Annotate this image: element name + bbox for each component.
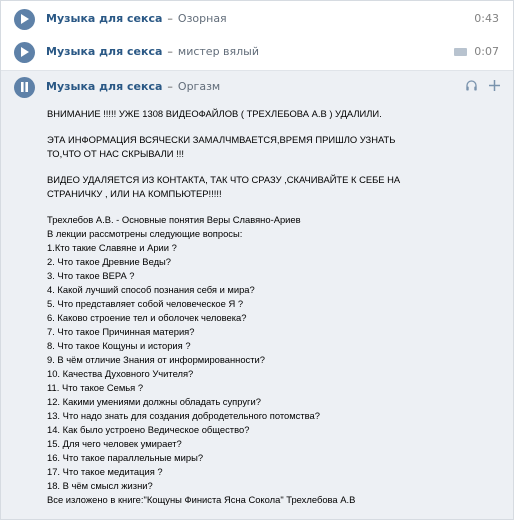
pause-icon (21, 82, 28, 92)
track-name[interactable]: мистер вялый (178, 45, 259, 58)
track-artist[interactable]: Музыка для секса (46, 45, 162, 58)
lyrics-line: СТРАНИЧКУ , ИЛИ НА КОМПЬЮТЕР!!!!! (47, 188, 222, 199)
lyrics-line: ЭТА ИНФОРМАЦИЯ ВСЯЧЕСКИ ЗАМАЛЧМВАЕТСЯ,ВР… (47, 134, 396, 145)
play-button[interactable] (14, 8, 35, 30)
audio-list: Музыка для секса – Озорная 0:43 Музыка для… (0, 0, 514, 520)
lyrics-line: 2. Что такое Древние Веды? (47, 256, 171, 267)
lyrics-line: 3. Что такое ВЕРА ? (47, 270, 135, 281)
audio-row[interactable]: Музыка для секса – мистер вялый 0:07 (1, 36, 513, 68)
track-artist[interactable]: Музыка для секса (46, 12, 162, 25)
lyrics-line: 11. Что такое Семья ? (47, 382, 144, 393)
lyrics-line: 12. Какими умениями должны обладать супр… (47, 396, 261, 407)
lyrics-line: Все изложено в книге:"Кощуны Финиста Ясн… (47, 494, 356, 505)
track-name[interactable]: Оргазм (178, 80, 220, 93)
lyrics-line: 5. Что представляет собой человеческое Я… (47, 298, 244, 309)
lyrics-line: 7. Что такое Причинная материя? (47, 326, 195, 337)
track-duration: 0:07 (474, 45, 499, 58)
track-title[interactable]: Музыка для секса – мистер вялый (46, 45, 259, 58)
track-title[interactable]: Музыка для секса – Озорная (46, 12, 227, 25)
play-button[interactable] (14, 41, 35, 63)
audio-row[interactable]: Музыка для секса – Озорная 0:43 (1, 3, 513, 35)
lyrics-line: 4. Какой лучший способ познания себя и м… (47, 284, 255, 295)
lyrics-line: ТО,ЧТО ОТ НАС СКРЫВАЛИ !!! (47, 148, 184, 159)
lyrics-line: 8. Что такое Кощуны и история ? (47, 340, 191, 351)
lyrics-line: 17. Что такое медитация ? (47, 466, 163, 477)
lyrics-line: В лекции рассмотрены следующие вопросы: (47, 228, 243, 239)
lyrics-line: ВНИМАНИЕ !!!!! УЖЕ 1308 ВИДЕОФАЙЛОВ ( ТР… (47, 108, 382, 119)
lyrics-line: 6. Каково строение тел и оболочек челове… (47, 312, 247, 323)
plus-icon[interactable] (488, 79, 501, 95)
lyrics-line: 10. Качества Духовного Учителя? (47, 368, 194, 379)
lyrics-line: Трехлебов А.В. - Основные понятия Веры С… (47, 214, 301, 225)
separator: – (167, 12, 173, 25)
lyrics-line: 13. Что надо знать для создания добродет… (47, 410, 320, 421)
lyrics-line: 18. В чём смысл жизни? (47, 480, 153, 491)
lyrics-line: 16. Что такое параллельные миры? (47, 452, 204, 463)
lyrics-panel: ВНИМАНИЕ !!!!! УЖЕ 1308 ВИДЕОФАЙЛОВ ( ТР… (1, 103, 513, 519)
play-icon (21, 14, 29, 24)
lyrics-line: 14. Как было устроено Ведическое обществ… (47, 424, 250, 435)
lyrics-line: 9. В чём отличие Знания от информированн… (47, 354, 265, 365)
lyrics-line: ВИДЕО УДАЛЯЕТСЯ ИЗ КОНТАКТА, ТАК ЧТО СРА… (47, 174, 401, 185)
audio-row-active[interactable]: Музыка для секса – Оргазм (1, 70, 513, 103)
hq-icon (454, 48, 467, 56)
lyrics-line: 15. Для чего человек умирает? (47, 438, 182, 449)
track-title[interactable]: Музыка для секса – Оргазм (46, 80, 220, 93)
separator: – (167, 45, 173, 58)
track-name[interactable]: Озорная (178, 12, 227, 25)
play-icon (21, 47, 29, 57)
track-duration: 0:43 (474, 12, 499, 25)
pause-button[interactable] (14, 76, 35, 98)
headphones-icon[interactable] (465, 79, 478, 95)
separator: – (167, 80, 173, 93)
track-artist[interactable]: Музыка для секса (46, 80, 162, 93)
lyrics-line: 1.Кто такие Славяне и Арии ? (47, 242, 177, 253)
lyrics-text: ВНИМАНИЕ !!!!! УЖЕ 1308 ВИДЕОФАЙЛОВ ( ТР… (47, 107, 487, 507)
